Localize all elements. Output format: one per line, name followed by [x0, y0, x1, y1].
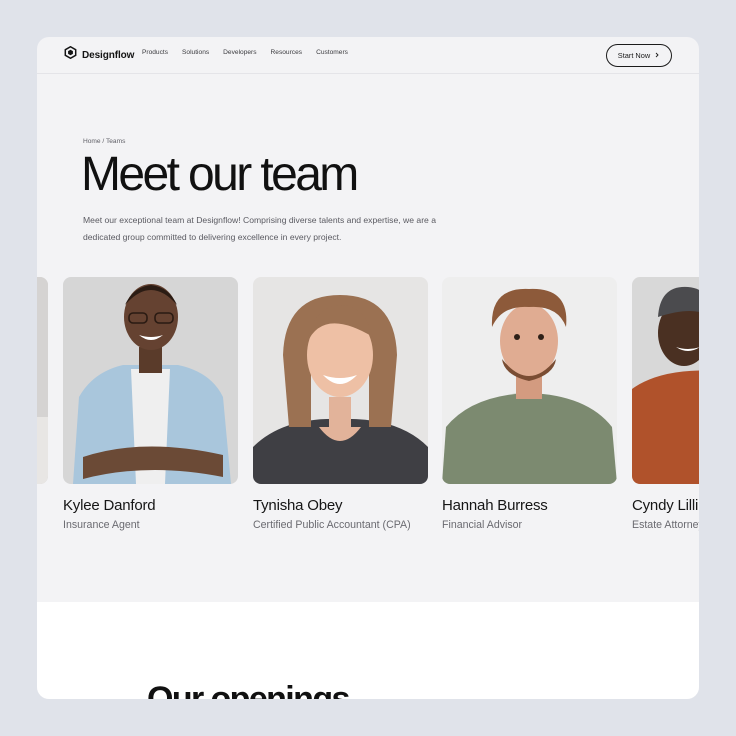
start-now-label: Start Now	[617, 51, 651, 60]
nav-link-resources[interactable]: Resources	[271, 49, 303, 56]
brand-name: Designflow	[82, 49, 135, 61]
team-member-photo	[632, 277, 699, 484]
intro-text: Meet our exceptional team at Designflow!…	[83, 215, 436, 242]
start-now-button[interactable]: Start Now	[606, 44, 672, 67]
team-member-photo	[253, 277, 428, 484]
chevron-right-icon	[654, 51, 660, 60]
nav-link-customers[interactable]: Customers	[316, 49, 348, 56]
brand-logo[interactable]: Designflow	[64, 45, 135, 64]
team-member-photo	[63, 277, 238, 484]
nav-link-products[interactable]: Products	[142, 49, 168, 56]
nav-links: Products Solutions Developers Resources …	[142, 49, 362, 56]
top-nav: Designflow Products Solutions Developers…	[37, 37, 699, 74]
team-member-role: Certified Public Accountant (CPA)	[253, 519, 411, 531]
openings-section: Our openings	[37, 602, 699, 699]
breadcrumb[interactable]: Home / Teams	[83, 138, 125, 145]
team-member-name: Kylee Danford	[63, 497, 156, 514]
team-member-role: Financial Advisor	[442, 519, 523, 531]
team-member-photo	[442, 277, 617, 484]
team-member-role: Estate Attorney	[632, 519, 699, 531]
page-title: Meet our team	[81, 148, 359, 201]
team-member-name: Cyndy Lillibridge	[632, 497, 699, 514]
team-card-partial-photo[interactable]	[37, 277, 48, 484]
hexagon-logo-icon	[64, 45, 77, 64]
team-member-name: Hannah Burress	[442, 497, 548, 514]
nav-link-developers[interactable]: Developers	[223, 49, 256, 56]
page-frame: Designflow Products Solutions Developers…	[37, 37, 699, 699]
nav-link-solutions[interactable]: Solutions	[182, 49, 209, 56]
team-member-role: Insurance Agent	[63, 519, 140, 531]
openings-title: Our openings	[147, 680, 350, 699]
team-member-name: Tynisha Obey	[253, 497, 343, 514]
